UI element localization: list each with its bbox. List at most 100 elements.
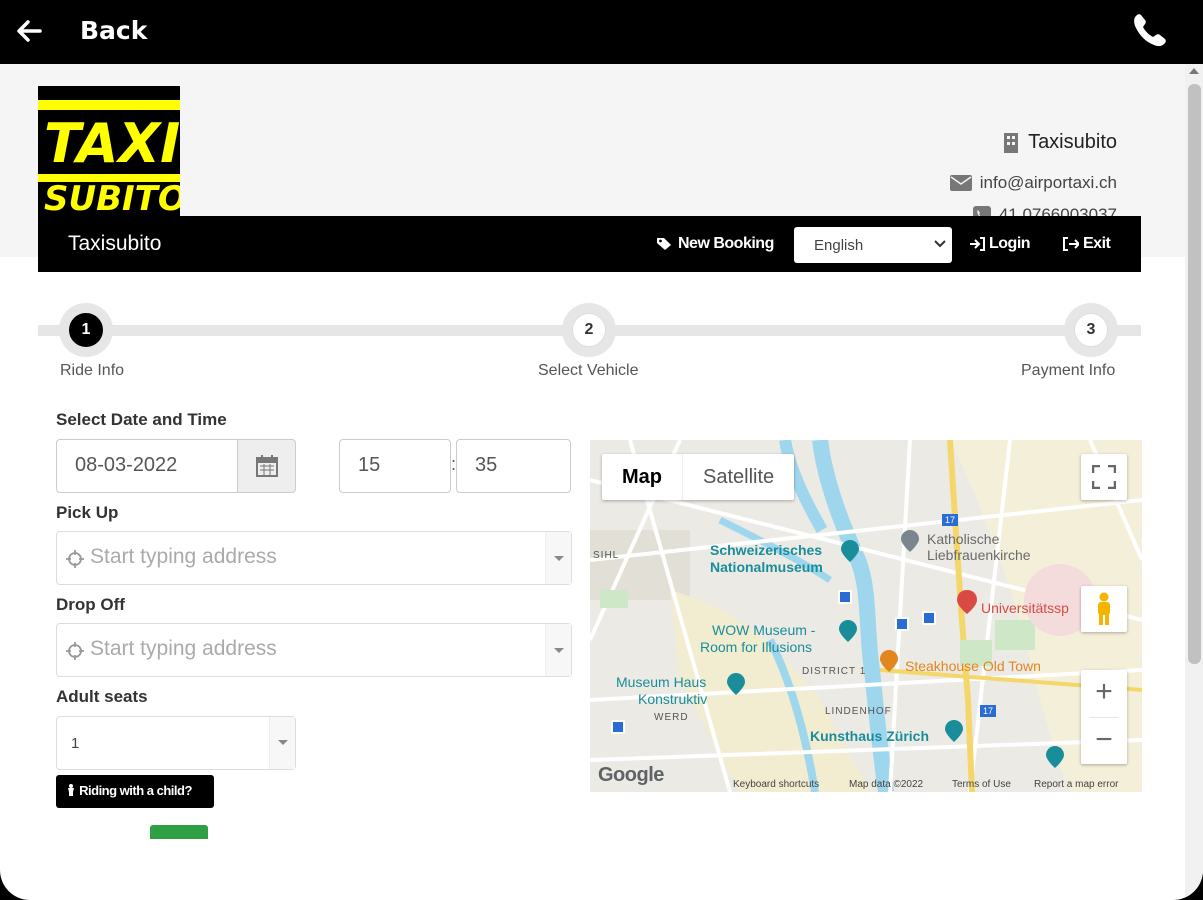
label-lindenhof: LINDENHOF <box>825 706 892 717</box>
crosshairs-icon <box>66 550 84 568</box>
map-type-toggle: Map Satellite <box>602 454 795 500</box>
pickup-dropdown-arrow[interactable] <box>545 532 571 584</box>
hour-input[interactable]: 15 <box>339 439 451 493</box>
step-2-label: Select Vehicle <box>538 362 639 379</box>
company-name-row: Taxisubito <box>1002 131 1117 154</box>
restaurant-pin-icon <box>880 650 898 672</box>
calendar-button[interactable] <box>237 439 296 493</box>
back-button[interactable]: Back <box>80 16 147 45</box>
poi-steakhouse: Steakhouse Old Town <box>905 658 1041 674</box>
logo-text-subito: SUBITO <box>44 179 180 219</box>
pickup-label: Pick Up <box>56 503 119 522</box>
zoom-out-button[interactable]: − <box>1081 718 1127 764</box>
app-frame: Back TAXI SUBITO Taxisubito info@airport… <box>0 0 1203 900</box>
company-email[interactable]: info@airportaxi.ch <box>980 173 1117 193</box>
language-selected: English <box>814 237 864 254</box>
adult-seats-select[interactable]: 1 <box>56 716 296 770</box>
scroll-up-arrow[interactable] <box>1189 68 1199 74</box>
dropoff-dropdown-arrow[interactable] <box>545 624 571 676</box>
museum-haus-pin-icon <box>727 673 745 695</box>
zoom-control: + − <box>1081 670 1127 764</box>
exit-label: Exit <box>1083 235 1111 252</box>
poi-wow-line1: WOW Museum - <box>712 622 816 638</box>
email-row: info@airportaxi.ch <box>949 173 1117 193</box>
new-booking-label: New Booking <box>678 235 774 252</box>
caret-down-icon <box>278 740 288 745</box>
dropoff-label: Drop Off <box>56 595 125 614</box>
label-district: DISTRICT 1 <box>802 666 867 677</box>
child-button-label: Riding with a child? <box>79 783 192 798</box>
dropoff-input[interactable]: Start typing address <box>56 623 572 677</box>
map-tab-satellite[interactable]: Satellite <box>682 454 794 500</box>
transit-stop-icon <box>611 720 625 734</box>
building-icon <box>1004 132 1019 153</box>
pickup-input[interactable]: Start typing address <box>56 531 572 585</box>
fullscreen-button[interactable] <box>1081 454 1127 500</box>
step-3-label: Payment Info <box>1021 362 1116 379</box>
museum-pin-icon <box>841 540 859 562</box>
poi-haus-line1: Museum Haus <box>616 674 707 690</box>
poi-pin-icon <box>1046 746 1064 768</box>
date-input[interactable]: 08-03-2022 <box>56 439 238 493</box>
date-time-label: Select Date and Time <box>56 410 227 429</box>
map-keyboard-shortcuts[interactable]: Keyboard shortcuts <box>733 779 819 790</box>
map-terms-link[interactable]: Terms of Use <box>952 779 1011 790</box>
scroll-thumb[interactable] <box>1188 84 1201 664</box>
tags-icon <box>657 238 671 250</box>
child-icon <box>68 784 74 796</box>
step-1-number: 1 <box>69 313 103 347</box>
date-value: 08-03-2022 <box>75 454 178 476</box>
step-2[interactable]: 2 <box>562 303 616 357</box>
transit-stop-icon <box>838 590 852 604</box>
minute-value: 35 <box>475 454 498 476</box>
step-2-number: 2 <box>572 313 606 347</box>
minute-input[interactable]: 35 <box>456 439 571 493</box>
navbar-brand[interactable]: Taxisubito <box>68 232 161 256</box>
adult-seats-label: Adult seats <box>56 687 148 706</box>
login-label: Login <box>989 235 1031 252</box>
phone-icon[interactable] <box>1128 10 1170 52</box>
crosshairs-icon <box>66 642 84 660</box>
hospital-pin-icon <box>957 590 977 614</box>
transit-stop-icon <box>922 611 936 625</box>
logo-text-taxi: TAXI <box>44 112 180 175</box>
booking-navbar: Taxisubito New Booking English Login Exi… <box>38 216 1141 272</box>
poi-wow-line2: Room for Illusions <box>700 639 813 655</box>
sign-in-icon <box>970 237 985 251</box>
map-report-link[interactable]: Report a map error <box>1034 779 1118 790</box>
arrow-left-icon[interactable] <box>14 16 44 46</box>
poi-hospital: Universitätssp <box>981 600 1069 616</box>
street-view-button[interactable] <box>1081 586 1127 632</box>
poi-haus-line2: Konstruktiv <box>638 691 708 707</box>
calendar-icon <box>256 455 278 477</box>
church-pin-icon <box>901 530 919 552</box>
hour-value: 15 <box>358 454 381 476</box>
language-select[interactable]: English <box>794 227 952 263</box>
route-shield: 17 <box>980 705 997 717</box>
google-logo[interactable]: Google <box>598 764 664 787</box>
next-button-partial[interactable] <box>150 825 208 839</box>
login-link[interactable]: Login <box>969 235 1031 253</box>
chevron-down-icon <box>934 240 946 248</box>
adult-seats-value: 1 <box>71 735 80 752</box>
zoom-in-button[interactable]: + <box>1081 670 1127 716</box>
riding-with-child-button[interactable]: Riding with a child? <box>56 775 214 808</box>
label-werd: WERD <box>654 712 689 723</box>
pickup-placeholder: Start typing address <box>90 545 277 568</box>
map-tab-map[interactable]: Map <box>602 454 682 500</box>
step-3[interactable]: 3 <box>1064 303 1118 357</box>
transit-stop-icon <box>895 617 909 631</box>
adult-seats-arrow[interactable] <box>269 717 295 769</box>
taxi-subito-logo: TAXI SUBITO <box>38 86 187 228</box>
route-shield: 17 <box>942 514 959 526</box>
poi-church-line1: Katholische <box>927 531 1000 547</box>
step-1[interactable]: 1 <box>59 303 113 357</box>
route-map[interactable]: Map Satellite + − Schweizerisches Nation… <box>590 440 1142 792</box>
sign-out-icon <box>1063 237 1079 251</box>
top-app-bar: Back <box>0 0 1203 64</box>
page-scrollbar[interactable] <box>1185 64 1203 900</box>
poi-nationalmuseum-line2: Nationalmuseum <box>710 559 823 575</box>
exit-link[interactable]: Exit <box>1063 235 1111 253</box>
poi-nationalmuseum-line1: Schweizerisches <box>710 542 823 558</box>
new-booking-link[interactable]: New Booking <box>656 235 774 253</box>
